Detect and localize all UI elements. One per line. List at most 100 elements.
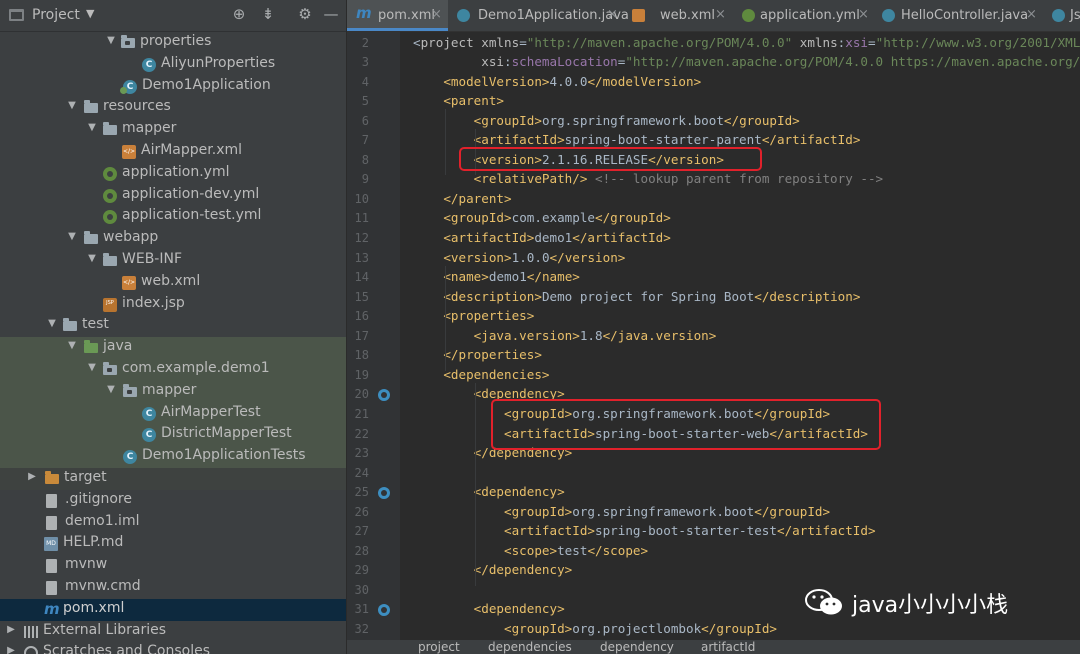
tree-item[interactable]: Demo1Application [0,76,346,98]
line-number: 30 [354,582,369,597]
locate-icon[interactable]: ⊕ [229,5,249,23]
line-number: 27 [354,524,369,539]
line-number: 29 [354,563,369,578]
expand-arrow-icon[interactable]: ▼ [105,35,117,46]
tree-item[interactable]: AliyunProperties [0,54,346,76]
tree-item[interactable]: ▶ Scratches and Consoles [0,642,346,654]
tab-hellocontroller-java[interactable]: HelloController.java × [873,0,1043,31]
code-line: </dependency> [473,562,573,578]
code-line: <groupId>org.projectlombok</groupId> [504,621,778,636]
tree-item[interactable]: index.jsp [0,294,346,316]
code-line: <dependencies> [443,366,550,382]
collapse-arrow-icon[interactable]: ▶ [5,624,17,635]
indent-guide [445,109,446,176]
tree-item-label: Demo1Application [142,76,271,93]
dependency-gutter-icon[interactable] [378,487,390,500]
tree-item-label: mvnw.cmd [65,578,141,594]
expand-arrow-icon[interactable]: ▼ [66,100,78,111]
tree-item-label: Demo1ApplicationTests [142,447,306,464]
breadcrumb-item[interactable]: artifactId [701,640,755,654]
tree-item[interactable]: ▼ WEB-INF [0,250,346,272]
tree-item[interactable]: pom.xml [0,598,346,621]
line-number: 24 [354,465,369,480]
project-view-selector[interactable]: Project [32,7,80,23]
tree-item[interactable]: DistrictMapperTest [0,424,346,447]
tree-item-label: application-dev.yml [122,185,260,202]
tree-item[interactable]: ▼ test [0,315,346,337]
tab-application-yml[interactable]: application.yml × [733,0,873,31]
dependency-gutter-icon[interactable] [378,604,390,617]
tree-item[interactable]: mvnw [0,555,346,577]
folder-icon [63,318,77,332]
breadcrumb-item[interactable]: dependency [600,640,674,654]
tree-item[interactable]: AirMapperTest [0,402,346,425]
code-line: <scope>test</scope> [504,542,649,558]
tab-demo1application-java[interactable]: Demo1Application.java × [448,0,629,31]
indent-guide [475,382,476,586]
code-line: <version>1.0.0</version> [443,249,626,265]
close-icon[interactable]: × [607,7,618,22]
dependency-gutter-icon[interactable] [378,389,390,402]
folder-icon [103,253,117,266]
tree-item[interactable]: ▼ java [0,337,346,359]
tree-item[interactable]: ▼ mapper [0,119,346,141]
tree-item[interactable]: ▼ com.example.demo1 [0,359,346,381]
collapse-all-icon[interactable]: ⇟ [258,5,278,23]
close-icon[interactable]: × [431,7,442,22]
scratch-icon [24,646,38,654]
expand-arrow-icon[interactable]: ▼ [46,318,58,329]
collapse-arrow-icon[interactable]: ▶ [5,645,17,654]
line-number: 16 [354,309,369,324]
tree-item[interactable]: application-dev.yml [0,185,346,207]
tree-item[interactable]: ▼ webapp [0,228,346,250]
tree-item[interactable]: AirMapper.xml [0,141,346,163]
code-line: <java.version>1.8</java.version> [473,327,717,343]
gear-icon[interactable]: ⚙ [295,5,315,23]
line-number: 18 [354,348,369,363]
tree-item[interactable]: application.yml [0,163,346,185]
library-icon [24,625,38,638]
indent-guide [445,265,446,371]
code-line: <name>demo1</name> [443,269,580,285]
tree-item[interactable]: Demo1ApplicationTests [0,446,346,468]
tree-item[interactable]: ▼ properties [0,32,346,54]
tab-web-xml[interactable]: web.xml × [623,0,733,31]
expand-arrow-icon[interactable]: ▼ [86,122,98,133]
close-icon[interactable]: × [858,7,869,22]
close-icon[interactable]: × [715,7,726,22]
class-icon [142,57,156,72]
close-icon[interactable]: × [1026,7,1037,22]
code-line: <artifactId>spring-boot-starter-test</ar… [504,523,876,539]
markdown-file-icon [44,537,58,552]
tree-item-label: web.xml [141,272,201,289]
tree-item[interactable]: ▼ mapper [0,380,346,403]
tree-item[interactable]: web.xml [0,272,346,294]
breadcrumb-item[interactable]: dependencies [488,640,572,654]
line-number: 9 [361,172,369,187]
expand-arrow-icon[interactable]: ▼ [105,384,117,395]
collapse-arrow-icon[interactable]: ▶ [26,471,38,482]
hide-panel-icon[interactable]: — [321,5,341,23]
chevron-down-icon[interactable]: ▼ [86,7,94,20]
tab-jsp[interactable]: Jsp [1043,0,1080,31]
code-editor[interactable]: 2 3 4 5 6 7 8 9 10 11 12 13 14 15 16 17 18 19 20 21 22 23 24 25… [347,32,1080,640]
tree-item-label: .gitignore [65,490,132,507]
tree-item[interactable]: ▼ resources [0,97,346,119]
tree-item[interactable]: HELP.md [0,533,346,555]
project-panel-header: Project ▼ ⊕ ⇟ ⚙ — [0,0,346,32]
line-number: 32 [354,622,369,636]
tree-item[interactable]: application-test.yml [0,206,346,228]
expand-arrow-icon[interactable]: ▼ [66,340,78,351]
expand-arrow-icon[interactable]: ▼ [86,253,98,264]
breadcrumb-item[interactable]: project [418,640,460,654]
tree-item-label: target [64,469,107,485]
tree-item[interactable]: mvnw.cmd [0,577,346,599]
line-number: 23 [354,446,369,461]
tab-pom-xml[interactable]: pom.xml × [347,0,448,31]
expand-arrow-icon[interactable]: ▼ [86,362,98,373]
tree-item[interactable]: ▶ External Libraries [0,621,346,643]
tree-item[interactable]: demo1.iml [0,512,346,534]
tree-item[interactable]: .gitignore [0,490,346,512]
tree-item[interactable]: ▶ target [0,468,346,490]
expand-arrow-icon[interactable]: ▼ [66,231,78,242]
